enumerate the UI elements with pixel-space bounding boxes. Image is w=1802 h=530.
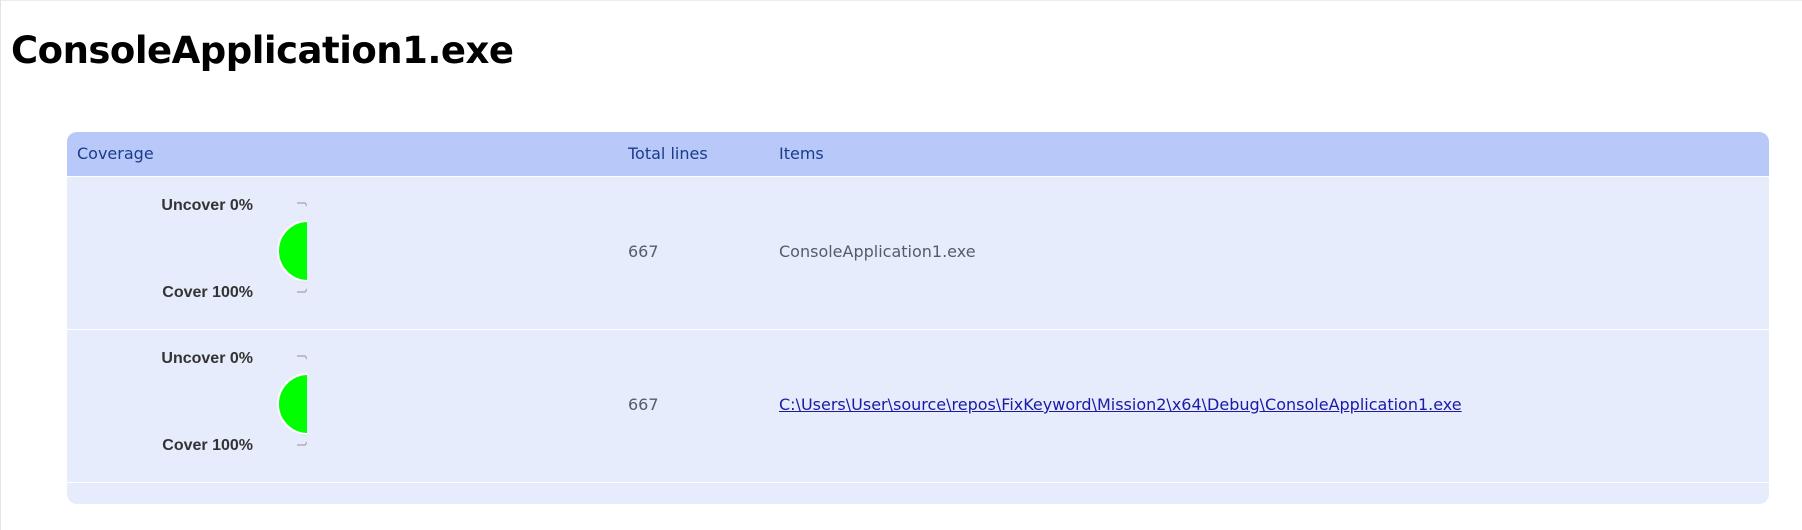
pie-label-cover: Cover 100%	[162, 284, 253, 301]
left-border	[0, 0, 1, 530]
total-lines-value: 667	[628, 395, 659, 414]
item-name: ConsoleApplication1.exe	[779, 242, 976, 261]
item-path-link[interactable]: C:\Users\User\source\repos\FixKeyword\Mi…	[779, 395, 1462, 414]
table-header: Coverage Total lines Items	[67, 132, 1769, 176]
pie-label-uncover: Uncover 0%	[161, 197, 253, 214]
top-border	[0, 0, 1802, 1]
item-link-cell: C:\Users\User\source\repos\FixKeyword\Mi…	[779, 395, 1462, 415]
table-row: Uncover 0% Cover 100% 667 ConsoleApplica…	[67, 176, 1769, 329]
coverage-pie: Uncover 0% Cover 100%	[137, 193, 307, 313]
coverage-table: Coverage Total lines Items Uncover 0% Co…	[67, 132, 1769, 504]
header-items: Items	[779, 144, 824, 163]
pie-label-cover: Cover 100%	[162, 437, 253, 454]
total-lines-value: 667	[628, 242, 659, 261]
header-coverage: Coverage	[77, 144, 154, 163]
row-separator	[67, 482, 1769, 483]
pie-label-uncover: Uncover 0%	[161, 350, 253, 367]
page-title: ConsoleApplication1.exe	[11, 29, 514, 72]
pie-slice-cover	[277, 220, 307, 282]
header-total-lines: Total lines	[628, 144, 708, 163]
coverage-pie: Uncover 0% Cover 100%	[137, 346, 307, 466]
table-row: Uncover 0% Cover 100% 667 C:\Users\User\…	[67, 329, 1769, 482]
pie-slice-cover	[277, 373, 307, 435]
